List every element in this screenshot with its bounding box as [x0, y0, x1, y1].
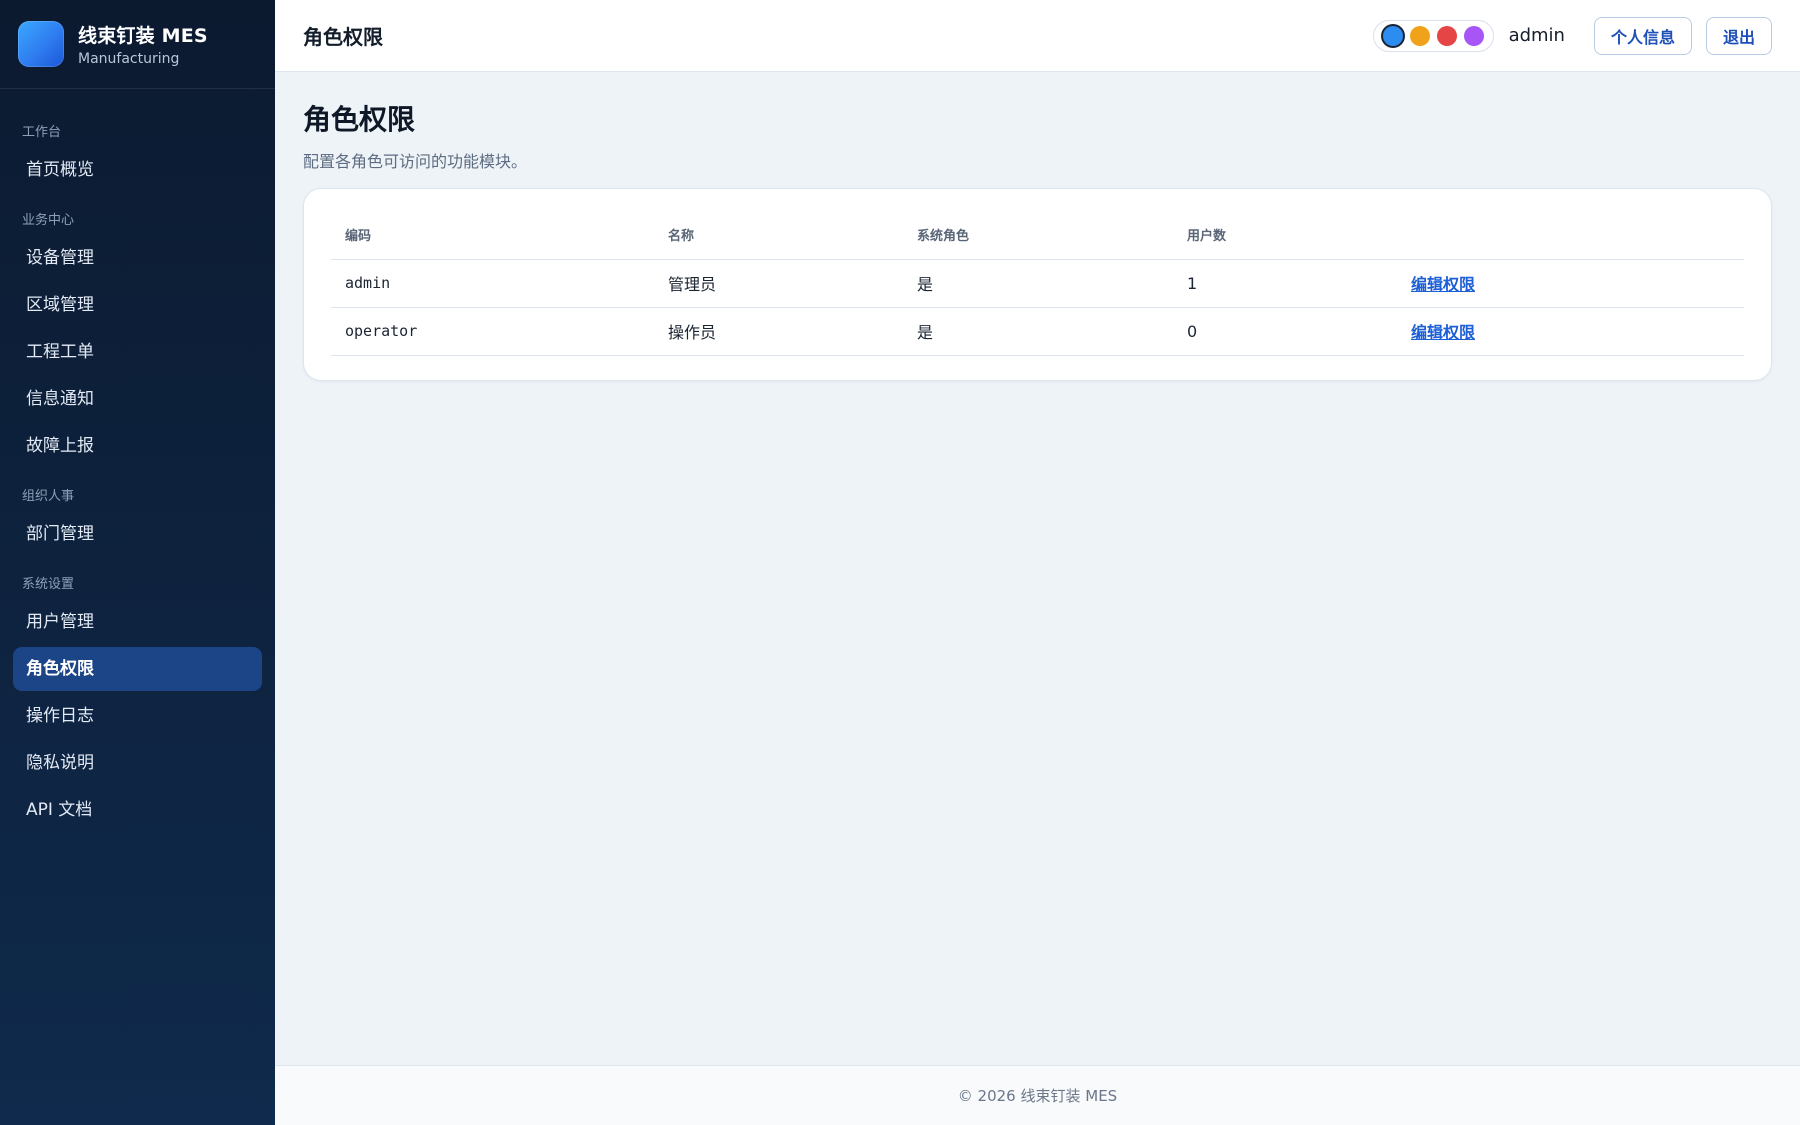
- brand-text: 线束钉装 MES Manufacturing: [78, 21, 208, 67]
- sidebar-item[interactable]: 信息通知: [13, 377, 262, 421]
- footer-copyright: © 2026 线束钉装 MES: [957, 1087, 1118, 1105]
- top-bar: 角色权限 admin 个人信息 退出: [275, 0, 1800, 72]
- footer: © 2026 线束钉装 MES: [275, 1065, 1800, 1125]
- main-area: 角色权限 admin 个人信息 退出 角色权限 配置各角色可访问的功能模块。 编…: [275, 0, 1800, 1125]
- column-header-name: 名称: [654, 211, 903, 260]
- roles-table: 编码 名称 系统角色 用户数 admin 管理员是 1 编辑权限 operator 操作员…: [331, 211, 1744, 356]
- table-row: admin 管理员是 1 编辑权限: [331, 259, 1744, 308]
- brand-title: 线束钉装 MES: [78, 25, 208, 47]
- theme-color-picker: [1372, 19, 1494, 52]
- sidebar-item[interactable]: 设备管理: [13, 236, 262, 280]
- role-name-cell: 操作员: [654, 307, 903, 356]
- role-user-count-cell: 1: [1173, 259, 1397, 308]
- sidebar-item[interactable]: 部门管理: [13, 512, 262, 556]
- theme-swatch-amber[interactable]: [1409, 25, 1430, 46]
- topbar-title: 角色权限: [303, 25, 383, 49]
- sidebar-item[interactable]: 隐私说明: [13, 741, 262, 785]
- sidebar-item[interactable]: 区域管理: [13, 283, 262, 327]
- sidebar: 线束钉装 MES Manufacturing 工作台首页概览业务中心设备管理 区域…: [0, 0, 275, 1125]
- nav-section-label: 工作台: [22, 125, 62, 140]
- sidebar-item[interactable]: API 文档: [13, 788, 262, 832]
- sidebar-item[interactable]: 操作日志: [13, 694, 262, 738]
- edit-permissions-link[interactable]: 编辑权限: [1411, 323, 1475, 342]
- theme-swatch-red[interactable]: [1436, 25, 1457, 46]
- table-row: operator 操作员是 0 编辑权限: [331, 307, 1744, 356]
- brand-logo-icon: [18, 21, 64, 67]
- page-content: 角色权限 配置各角色可访问的功能模块。 编码 名称 系统角色 用户数 admin…: [275, 72, 1800, 1065]
- current-username: admin: [1508, 25, 1565, 46]
- topbar-actions: admin 个人信息 退出: [1372, 16, 1772, 55]
- theme-swatch-purple[interactable]: [1463, 25, 1484, 46]
- table-header-row: 编码 名称 系统角色 用户数: [331, 211, 1744, 260]
- role-system-cell: 是: [903, 307, 1173, 356]
- app-root: 线束钉装 MES Manufacturing 工作台首页概览业务中心设备管理 区域…: [0, 0, 1800, 1125]
- logout-button[interactable]: 退出: [1705, 16, 1772, 55]
- column-header-code: 编码: [331, 211, 654, 260]
- sidebar-item[interactable]: 角色权限: [13, 647, 262, 691]
- profile-button[interactable]: 个人信息: [1593, 16, 1692, 55]
- sidebar-item[interactable]: 故障上报: [13, 424, 262, 468]
- role-system-cell: 是: [903, 259, 1173, 308]
- sidebar-nav: 工作台首页概览业务中心设备管理 区域管理 工程工单 信息通知 故障上报组织人事部门管理系…: [0, 89, 275, 835]
- role-code-cell: admin: [331, 259, 654, 308]
- column-header-actions: [1397, 211, 1744, 260]
- role-actions-cell: 编辑权限: [1397, 307, 1744, 356]
- theme-swatch-blue[interactable]: [1382, 25, 1403, 46]
- sidebar-item[interactable]: 工程工单: [13, 330, 262, 374]
- role-code-cell: operator: [331, 307, 654, 356]
- role-name-cell: 管理员: [654, 259, 903, 308]
- role-actions-cell: 编辑权限: [1397, 259, 1744, 308]
- page-title: 角色权限: [303, 103, 416, 136]
- roles-card: 编码 名称 系统角色 用户数 admin 管理员是 1 编辑权限 operator 操作员…: [303, 188, 1772, 381]
- column-header-user-count: 用户数: [1173, 211, 1397, 260]
- roles-table-body: admin 管理员是 1 编辑权限 operator 操作员是 0 编辑权限: [331, 259, 1744, 356]
- sidebar-item[interactable]: 用户管理: [13, 600, 262, 644]
- brand-subtitle: Manufacturing: [78, 51, 180, 67]
- page-description: 配置各角色可访问的功能模块。: [303, 152, 528, 171]
- brand: 线束钉装 MES Manufacturing: [0, 0, 275, 89]
- sidebar-item[interactable]: 首页概览: [13, 148, 262, 192]
- role-user-count-cell: 0: [1173, 307, 1397, 356]
- nav-section-label: 系统设置: [22, 577, 75, 592]
- nav-section-label: 业务中心: [22, 213, 75, 228]
- nav-section-label: 组织人事: [22, 489, 75, 504]
- column-header-system-role: 系统角色: [903, 211, 1173, 260]
- edit-permissions-link[interactable]: 编辑权限: [1411, 275, 1475, 294]
